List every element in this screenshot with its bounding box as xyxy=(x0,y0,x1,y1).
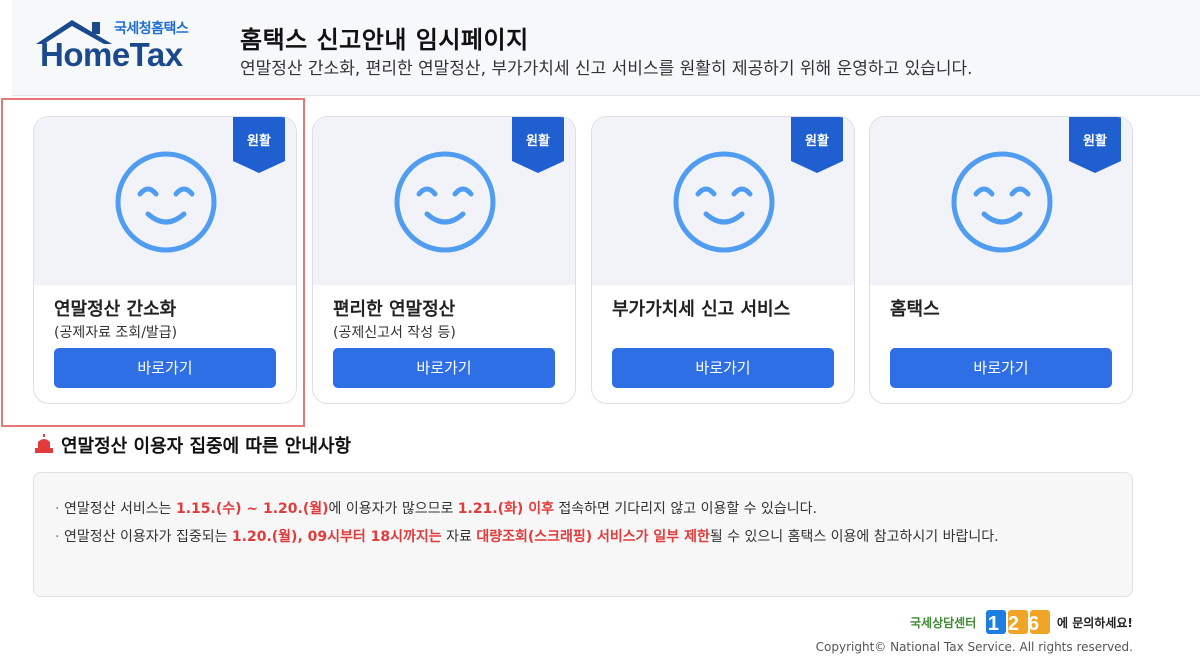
logo-english-text: HomeTax xyxy=(40,36,183,73)
go-button[interactable]: 바로가기 xyxy=(333,348,555,388)
service-card-easy-yearend: 원활 편리한 연말정산 (공제신고서 작성 등) 바로가기 xyxy=(312,116,576,404)
notice-title: 연말정산 이용자 집중에 따른 안내사항 xyxy=(61,436,352,457)
notice-text: 접속하면 기다리지 않고 이용할 수 있습니다. xyxy=(553,501,817,517)
callcenter-suffix: 에 문의하세요! xyxy=(1057,616,1133,630)
service-card-vat-filing: 원활 부가가치세 신고 서비스 바로가기 xyxy=(591,116,855,404)
page-header: 국세청홈택스 HomeTax 홈택스 신고안내 임시페이지 연말정산 간소화, … xyxy=(12,0,1200,96)
service-card-hometax: 원활 홈택스 바로가기 xyxy=(869,116,1133,404)
callcenter-number: 126 xyxy=(988,613,1048,635)
notice-emphasis: 1.20.(월), 09시부터 18시까지는 xyxy=(231,529,442,545)
page-title: 홈택스 신고안내 임시페이지 xyxy=(240,26,529,54)
status-badge: 원활 xyxy=(1069,117,1121,173)
notice-text: 될 수 있으니 홈택스 이용에 참고하시기 바랍니다. xyxy=(709,529,999,545)
card-title: 부가가치세 신고 서비스 xyxy=(612,299,791,320)
logo-korean-text: 국세청홈택스 xyxy=(114,21,189,37)
copyright-text: Copyright© National Tax Service. All rig… xyxy=(815,640,1133,654)
smiley-icon xyxy=(951,151,1053,253)
go-button[interactable]: 바로가기 xyxy=(612,348,834,388)
notice-emphasis: 1.15.(수) ~ 1.20.(월) xyxy=(175,501,329,517)
status-badge-label: 원활 xyxy=(805,134,829,149)
go-button[interactable]: 바로가기 xyxy=(890,348,1112,388)
siren-icon xyxy=(35,434,53,453)
selection-highlight-frame xyxy=(1,98,305,427)
bullet-dot: · xyxy=(55,529,60,545)
notice-emphasis: 1.21.(화) 이후 xyxy=(457,501,554,517)
notice-item-2: · 연말정산 이용자가 집중되는 1.20.(월), 09시부터 18시까지는 … xyxy=(55,526,1074,548)
notice-box: · 연말정산 서비스는 1.15.(수) ~ 1.20.(월)에 이용자가 많으… xyxy=(33,472,1133,597)
callcenter-number-graphic: 126 xyxy=(986,610,1050,635)
status-badge-label: 원활 xyxy=(526,134,550,149)
page-subtitle: 연말정산 간소화, 편리한 연말정산, 부가가치세 신고 서비스를 원활히 제공… xyxy=(240,59,973,79)
notice-item-1: · 연말정산 서비스는 1.15.(수) ~ 1.20.(월)에 이용자가 많으… xyxy=(55,498,1074,520)
notice-text: 자료 xyxy=(441,529,477,545)
card-title: 홈택스 xyxy=(890,299,940,320)
status-badge-label: 원활 xyxy=(1083,134,1107,149)
hometax-logo[interactable]: 국세청홈택스 HomeTax xyxy=(32,16,202,74)
callcenter-label: 국세상담센터 xyxy=(910,616,977,630)
notice-emphasis: 대량조회(스크래핑) 서비스가 일부 제한 xyxy=(476,529,710,545)
notice-text: 에 이용자가 많으므로 xyxy=(328,501,458,517)
card-title: 편리한 연말정산 xyxy=(333,299,456,320)
card-description: (공제신고서 작성 등) xyxy=(333,325,456,341)
bullet-dot: · xyxy=(55,501,60,517)
status-badge: 원활 xyxy=(512,117,564,173)
status-badge: 원활 xyxy=(791,117,843,173)
smiley-icon xyxy=(394,151,496,253)
notice-text: 연말정산 서비스는 xyxy=(64,501,176,517)
smiley-icon xyxy=(673,151,775,253)
notice-text: 연말정산 이용자가 집중되는 xyxy=(64,529,232,545)
